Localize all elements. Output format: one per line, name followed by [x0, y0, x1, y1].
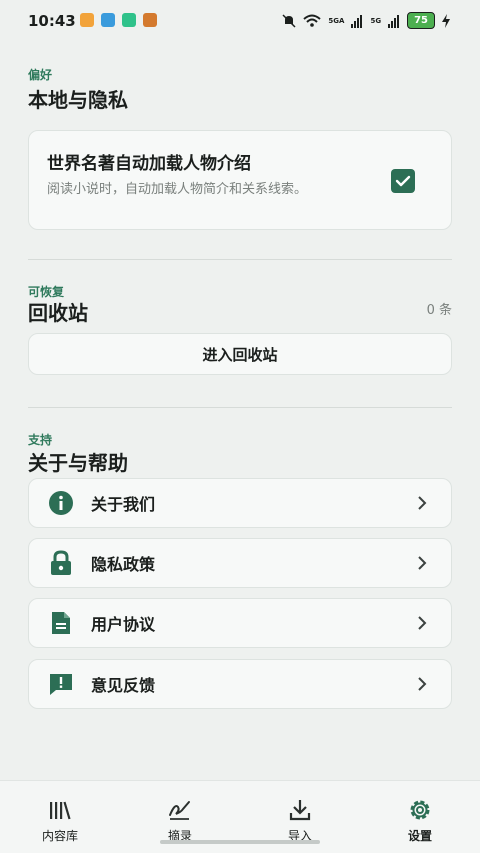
nav-tab-label: 内容库	[41, 829, 78, 843]
info-icon	[47, 489, 75, 517]
menu-item-privacy-policy[interactable]: 隐私政策	[28, 538, 452, 588]
menu-item-label: 用户协议	[91, 615, 156, 634]
chevron-right-icon	[415, 677, 429, 691]
section-divider	[28, 407, 452, 408]
menu-item-label: 意见反馈	[91, 676, 156, 695]
chevron-right-icon	[415, 556, 429, 570]
system-icons: 5GA 5G 75	[282, 12, 450, 29]
wifi-icon	[303, 14, 322, 27]
home-indicator[interactable]	[160, 840, 320, 844]
auto-load-setting-title: 世界名著自动加载人物介绍	[47, 154, 251, 174]
enter-recycle-bin-button[interactable]: 进入回收站	[28, 333, 452, 375]
settings-icon	[407, 797, 433, 823]
menu-item-about[interactable]: 关于我们	[28, 478, 452, 528]
nav-tab-label: 设置	[407, 829, 432, 843]
auto-load-checkbox[interactable]	[391, 169, 415, 193]
chevron-right-icon	[415, 496, 429, 510]
signal-icon	[388, 14, 400, 28]
chevron-right-icon	[415, 616, 429, 630]
menu-item-label: 隐私政策	[91, 555, 156, 574]
app-notification-icon	[80, 13, 94, 27]
mute-icon	[282, 13, 296, 28]
signal-5g-label: 5G	[370, 16, 382, 25]
status-time: 10:43	[28, 12, 76, 30]
nav-tab-library[interactable]: 内容库	[0, 781, 120, 853]
support-section-title: 关于与帮助	[28, 451, 128, 475]
feedback-icon	[47, 670, 75, 698]
lock-icon	[47, 549, 75, 577]
import-icon	[287, 797, 313, 823]
app-notification-icon	[122, 13, 136, 27]
recycle-section-title: 回收站	[28, 301, 88, 325]
document-icon	[47, 609, 75, 637]
menu-item-user-agreement[interactable]: 用户协议	[28, 598, 452, 648]
telegram-icon	[101, 13, 115, 27]
section-divider	[28, 259, 452, 260]
battery-indicator: 75	[407, 12, 435, 29]
status-bar: 10:43 5GA 5G 75	[0, 0, 480, 44]
support-section-label: 支持	[28, 433, 53, 447]
auto-load-setting-description: 阅读小说时，自动加载人物简介和关系线索。	[47, 182, 308, 197]
notification-icons	[80, 13, 157, 27]
preferences-section-title: 本地与隐私	[28, 88, 128, 112]
menu-item-label: 关于我们	[91, 495, 156, 514]
nav-tab-settings[interactable]: 设置	[360, 781, 480, 853]
signal-icon	[351, 14, 363, 28]
preferences-section-label: 偏好	[28, 68, 53, 82]
checkmark-icon	[395, 175, 411, 187]
library-icon	[47, 797, 73, 823]
excerpt-icon	[167, 797, 193, 823]
recycle-count: 0 条	[426, 303, 452, 318]
signal-5ga-label: 5GA	[328, 16, 345, 25]
menu-item-feedback[interactable]: 意见反馈	[28, 659, 452, 709]
auto-load-setting-card[interactable]: 世界名著自动加载人物介绍 阅读小说时，自动加载人物简介和关系线索。	[28, 130, 452, 230]
app-notification-icon	[143, 13, 157, 27]
charging-icon	[442, 13, 450, 28]
